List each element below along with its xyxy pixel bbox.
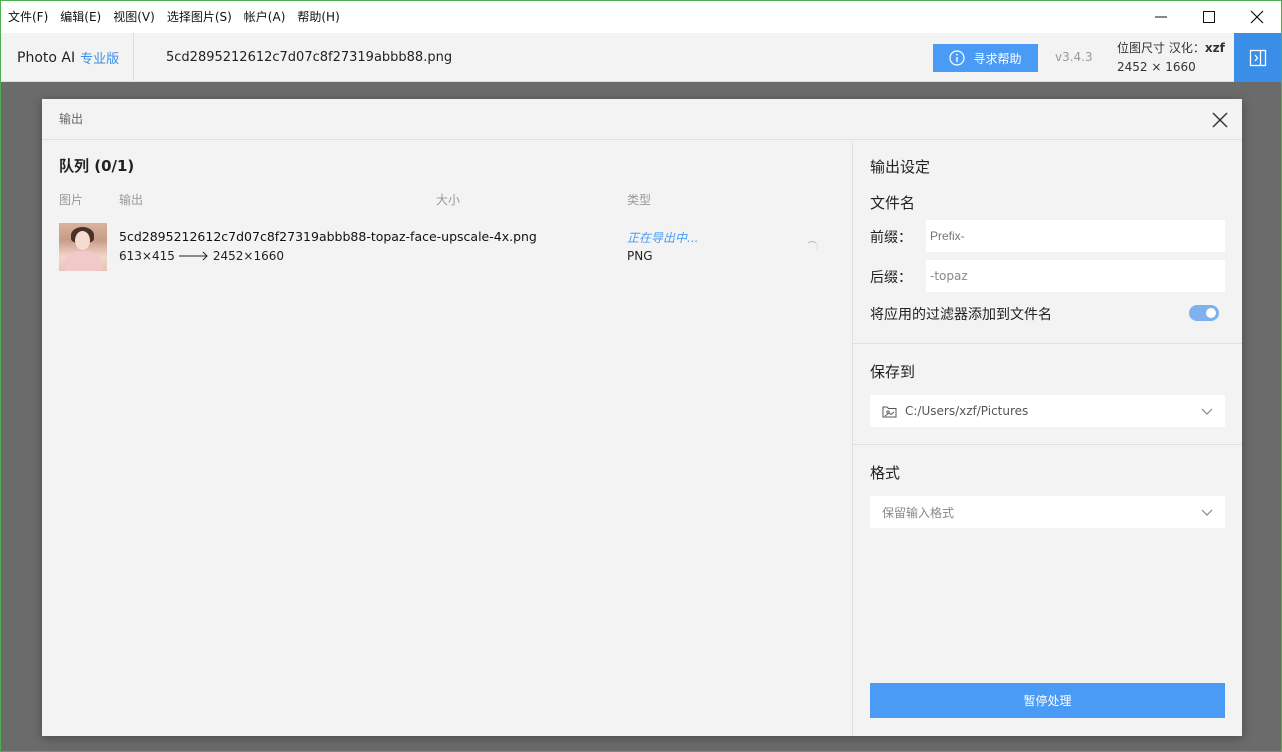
chevron-down-icon xyxy=(1201,509,1213,516)
column-output: 输出 xyxy=(119,193,144,207)
queue-row[interactable]: 5cd2895212612c7d07c8f27319abbb88-topaz-f… xyxy=(59,223,839,271)
chevron-down-icon xyxy=(1201,408,1213,415)
queue-title: 队列 (0/1) xyxy=(59,157,135,175)
localization-label: 汉化： xyxy=(1168,41,1205,55)
maximize-button[interactable] xyxy=(1185,1,1233,33)
prefix-input[interactable] xyxy=(926,220,1225,252)
bitmap-size-value: 2452 × 1660 xyxy=(1117,60,1196,74)
menu-account[interactable]: 帐户(A) xyxy=(244,1,286,33)
app-window: 文件(F) 编辑(E) 视图(V) 选择图片(S) 帐户(A) 帮助(H) Ph… xyxy=(0,0,1282,752)
toggle-knob xyxy=(1206,308,1216,318)
section-divider xyxy=(853,343,1242,344)
queue-pane: 队列 (0/1) 图片 输出 大小 类型 5cd2895212612c7d07c… xyxy=(42,141,852,736)
close-icon xyxy=(1250,10,1264,24)
append-filters-label: 将应用的过滤器添加到文件名 xyxy=(870,307,1052,323)
loading-spinner-icon xyxy=(806,241,818,253)
column-image: 图片 xyxy=(59,193,84,207)
image-thumbnail xyxy=(59,223,107,271)
close-icon xyxy=(1212,112,1228,128)
localization-author: xzf xyxy=(1204,41,1225,55)
arrow-right-icon xyxy=(178,251,208,261)
dialog-title: 输出 xyxy=(59,112,84,126)
pause-processing-button[interactable]: 暂停处理 xyxy=(870,683,1225,718)
file-type: PNG xyxy=(627,249,653,263)
section-divider xyxy=(853,444,1242,445)
app-header: Photo AI 专业版 5cd2895212612c7d07c8f27319a… xyxy=(1,33,1281,82)
brand: Photo AI 专业版 xyxy=(17,33,119,82)
save-path-select[interactable]: C:/Users/xzf/Pictures xyxy=(870,395,1225,427)
append-filters-toggle[interactable] xyxy=(1189,305,1219,321)
help-button-label: 寻求帮助 xyxy=(973,51,1022,66)
version-label: v3.4.3 xyxy=(1055,50,1093,64)
maximize-icon xyxy=(1203,11,1215,23)
format-section-title: 格式 xyxy=(870,464,901,482)
close-window-button[interactable] xyxy=(1233,1,1281,33)
menu-select-image[interactable]: 选择图片(S) xyxy=(167,1,232,33)
prefix-label: 前缀： xyxy=(870,230,912,246)
bitmap-size-label: 位图尺寸 xyxy=(1117,41,1166,55)
column-type: 类型 xyxy=(627,193,652,207)
menu-view[interactable]: 视图(V) xyxy=(113,1,155,33)
output-dialog: 输出 队列 (0/1) 图片 输出 大小 类型 5cd2895212612c7d… xyxy=(42,99,1242,736)
target-size: 2452×1660 xyxy=(212,249,285,263)
current-filename: 5cd2895212612c7d07c8f27319abbb88.png xyxy=(166,50,453,65)
folder-image-icon xyxy=(882,406,897,417)
menu-bar: 文件(F) 编辑(E) 视图(V) 选择图片(S) 帐户(A) 帮助(H) xyxy=(1,1,1281,33)
source-size: 613×415 xyxy=(119,249,175,263)
output-settings-pane: 输出设定 文件名 前缀： 后缀： -topaz 将应用的过滤器添加到文件名 保存… xyxy=(853,141,1242,736)
header-divider xyxy=(133,33,134,82)
bitmap-info: 位图尺寸 汉化：xzf 2452 × 1660 xyxy=(1117,39,1225,77)
menu-file[interactable]: 文件(F) xyxy=(8,1,48,33)
panel-toggle-button[interactable] xyxy=(1234,33,1281,82)
window-controls xyxy=(1137,1,1281,33)
dialog-close-button[interactable] xyxy=(1210,110,1230,130)
minimize-button[interactable] xyxy=(1137,1,1185,33)
suffix-input[interactable]: -topaz xyxy=(926,260,1225,292)
help-button[interactable]: 寻求帮助 xyxy=(933,44,1038,72)
dimension-change: 613×415 2452×1660 xyxy=(119,249,284,263)
info-icon xyxy=(949,50,966,66)
app-name: Photo AI xyxy=(17,49,76,66)
dialog-header: 输出 xyxy=(42,99,1242,140)
format-value: 保留输入格式 xyxy=(882,505,955,520)
minimize-icon xyxy=(1155,16,1167,18)
menu-items: 文件(F) 编辑(E) 视图(V) 选择图片(S) 帐户(A) 帮助(H) xyxy=(1,1,352,33)
suffix-label: 后缀： xyxy=(870,270,912,286)
filename-section-title: 文件名 xyxy=(870,194,916,212)
column-size: 大小 xyxy=(436,193,461,207)
export-status: 正在导出中... xyxy=(627,231,699,245)
menu-help[interactable]: 帮助(H) xyxy=(297,1,339,33)
format-select[interactable]: 保留输入格式 xyxy=(870,496,1225,528)
menu-edit[interactable]: 编辑(E) xyxy=(60,1,101,33)
edition-badge: 专业版 xyxy=(80,52,120,67)
save-to-section-title: 保存到 xyxy=(870,363,916,381)
side-panel-icon xyxy=(1249,49,1266,66)
output-filename: 5cd2895212612c7d07c8f27319abbb88-topaz-f… xyxy=(119,229,537,244)
save-path-value: C:/Users/xzf/Pictures xyxy=(905,404,1029,418)
settings-title: 输出设定 xyxy=(870,158,931,176)
